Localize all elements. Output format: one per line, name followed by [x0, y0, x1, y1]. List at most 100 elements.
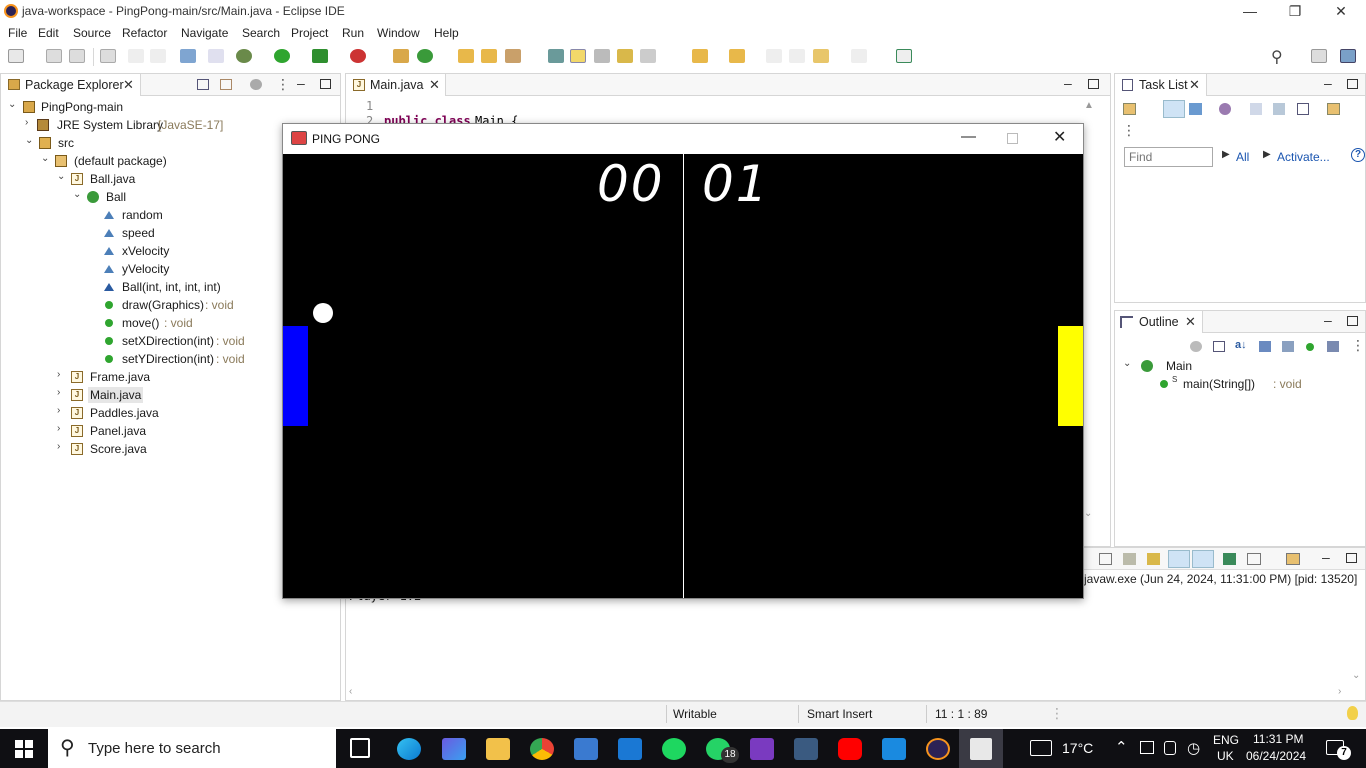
hide-fields-icon[interactable] [1259, 341, 1271, 352]
edge-icon[interactable] [397, 738, 421, 760]
wifi-icon[interactable]: ◷ [1187, 739, 1200, 757]
last-edit-icon[interactable] [766, 49, 782, 63]
maximize-view-icon[interactable] [1347, 79, 1358, 89]
back-icon[interactable] [813, 49, 829, 63]
show-stderr-icon[interactable] [1192, 550, 1214, 568]
maximize-view-icon[interactable] [1347, 316, 1358, 326]
view-menu-icon[interactable]: ⋮ [1122, 122, 1136, 139]
all-link[interactable]: All [1236, 150, 1249, 164]
outline-method-row[interactable]: S main(String[]) : void [1115, 375, 1365, 393]
sort-icon[interactable]: a↓ [1235, 339, 1247, 351]
display-console-icon[interactable] [1247, 553, 1261, 565]
chevron-down-icon[interactable]: ⌄ [25, 135, 33, 146]
show-whitespace-icon[interactable] [617, 49, 633, 63]
new-java-project-icon[interactable] [393, 49, 409, 63]
minimize-button[interactable]: — [1227, 0, 1273, 22]
mysql-workbench-icon[interactable] [794, 738, 818, 760]
network-device-icon[interactable] [1140, 741, 1154, 754]
minimize-view-icon[interactable]: – [297, 75, 305, 91]
chevron-down-icon[interactable]: ⌄ [8, 99, 16, 110]
external-tools-icon[interactable] [350, 49, 366, 63]
chevron-right-icon[interactable]: › [57, 423, 60, 434]
menu-run[interactable]: Run [342, 26, 364, 40]
help-icon[interactable]: ? [1351, 148, 1365, 162]
chevron-right-icon[interactable]: › [25, 117, 28, 128]
clock-time[interactable]: 11:31 PM [1253, 732, 1303, 746]
skip-breakpoints-icon[interactable] [208, 49, 224, 63]
scroll-down-icon[interactable]: ⌄ [1084, 508, 1092, 519]
collapse-all-icon[interactable] [1297, 103, 1309, 115]
clock-date[interactable]: 06/24/2024 [1246, 749, 1306, 763]
menu-edit[interactable]: Edit [38, 26, 59, 40]
print-icon[interactable] [100, 49, 116, 63]
spotify-icon[interactable] [662, 738, 686, 760]
hide-static-icon[interactable] [1282, 341, 1294, 352]
run-icon[interactable] [274, 49, 290, 63]
menu-search[interactable]: Search [242, 26, 280, 40]
menu-refactor[interactable]: Refactor [122, 26, 167, 40]
scroll-up-icon[interactable]: ▲ [1084, 100, 1094, 111]
menu-help[interactable]: Help [434, 26, 459, 40]
forward-icon[interactable] [851, 49, 867, 63]
tab-main-java[interactable]: J Main.java ✕ [346, 74, 446, 96]
sync-icon[interactable] [1327, 103, 1340, 115]
collapse-icon[interactable] [1250, 103, 1262, 115]
search-icon[interactable]: ⚲ [1271, 47, 1283, 67]
chevron-down-icon[interactable]: ⌄ [1123, 358, 1131, 369]
weather-text[interactable]: 17°C [1062, 740, 1093, 756]
word-wrap-icon[interactable] [1147, 553, 1160, 565]
chevron-right-icon[interactable]: › [57, 441, 60, 452]
terminal-icon[interactable] [180, 49, 196, 63]
collapse-all-icon[interactable] [197, 79, 209, 90]
minimize-view-icon[interactable]: – [1324, 312, 1332, 328]
coverage-icon[interactable] [312, 49, 328, 63]
pin-editor-icon[interactable] [896, 49, 912, 63]
language-top[interactable]: ENG [1213, 733, 1239, 747]
tab-task-list[interactable]: Task List ✕ [1115, 74, 1207, 96]
scheduled-icon[interactable] [1189, 103, 1202, 115]
redo-icon[interactable] [150, 49, 166, 63]
find-input[interactable] [1124, 147, 1213, 167]
show-stdout-icon[interactable] [1168, 550, 1190, 568]
clear-console-icon[interactable] [1099, 553, 1112, 565]
block-select-icon[interactable] [594, 49, 610, 63]
java-perspective-icon[interactable] [1340, 49, 1356, 63]
chevron-down-icon[interactable]: ⌄ [41, 153, 49, 164]
task-view-icon[interactable] [350, 738, 370, 758]
minimize-view-icon[interactable]: – [1064, 75, 1072, 91]
close-icon[interactable]: ✕ [1185, 314, 1196, 330]
view-menu-icon[interactable]: ⋮ [1351, 337, 1365, 354]
tab-package-explorer[interactable]: Package Explorer ✕ [1, 74, 141, 96]
store-icon[interactable] [574, 738, 598, 760]
hide-local-types-icon[interactable] [1327, 341, 1339, 352]
copilot-icon[interactable] [442, 738, 466, 760]
link-editor-icon[interactable] [220, 79, 232, 90]
tab-outline[interactable]: Outline ✕ [1115, 311, 1203, 333]
mail-icon[interactable] [618, 738, 642, 760]
chevron-up-icon[interactable]: ⌃ [1115, 738, 1128, 756]
prev-annotation-icon[interactable] [729, 49, 745, 63]
chevron-down-icon[interactable]: ⌄ [73, 189, 81, 200]
forward-edit-icon[interactable] [789, 49, 805, 63]
categorized-icon[interactable] [1163, 100, 1185, 118]
new-icon[interactable] [8, 49, 24, 63]
undo-icon[interactable] [128, 49, 144, 63]
activate-link[interactable]: Activate... [1277, 150, 1330, 164]
scroll-lock-icon[interactable] [1123, 553, 1136, 565]
eclipse-taskbar-icon[interactable] [926, 738, 950, 760]
chevron-right-icon[interactable]: › [57, 405, 60, 416]
chevron-right-icon[interactable]: › [57, 387, 60, 398]
minimize-button[interactable]: — [961, 128, 976, 145]
minimize-view-icon[interactable]: – [1324, 75, 1332, 91]
youtube-icon[interactable] [838, 738, 862, 760]
save-all-icon[interactable] [69, 49, 85, 63]
maximize-view-icon[interactable] [1346, 553, 1357, 563]
filters-icon[interactable] [250, 79, 262, 90]
vscode-icon[interactable] [882, 738, 906, 760]
active-app-highlight[interactable] [959, 729, 1003, 768]
maximize-view-icon[interactable] [320, 79, 331, 89]
menu-file[interactable]: File [8, 26, 27, 40]
next-annotation-icon[interactable] [692, 49, 708, 63]
view-menu-icon[interactable]: ⋮ [276, 76, 290, 93]
menu-window[interactable]: Window [377, 26, 420, 40]
